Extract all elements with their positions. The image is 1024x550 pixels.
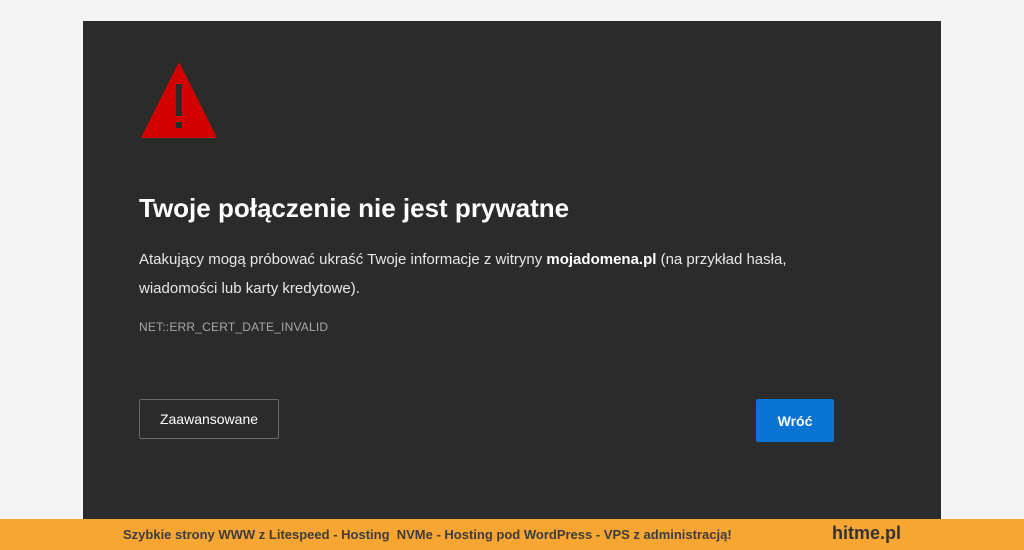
- promo-footer-bar: Szybkie strony WWW z Litespeed - Hosting…: [0, 519, 1024, 550]
- brand-link[interactable]: hitme.pl: [832, 523, 901, 544]
- error-title: Twoje połączenie nie jest prywatne: [139, 193, 570, 223]
- error-code: NET::ERR_CERT_DATE_INVALID: [139, 320, 329, 334]
- advanced-button-label: Zaawansowane: [159, 411, 259, 427]
- warning-triangle-icon: [141, 62, 217, 138]
- error-description: Atakujący mogą próbować ukraść Twoje inf…: [139, 245, 859, 303]
- domain-name: mojadomena.pl: [546, 251, 657, 268]
- promo-text[interactable]: Szybkie strony WWW z Litespeed - Hosting…: [123, 527, 732, 542]
- description-prefix: Atakujący mogą próbować ukraść Twoje inf…: [139, 251, 547, 268]
- back-button-label: Wróć: [777, 412, 813, 429]
- back-button[interactable]: Wróć: [756, 399, 834, 442]
- advanced-button[interactable]: Zaawansowane: [139, 399, 279, 439]
- error-panel: Twoje połączenie nie jest prywatne Ataku…: [83, 21, 941, 519]
